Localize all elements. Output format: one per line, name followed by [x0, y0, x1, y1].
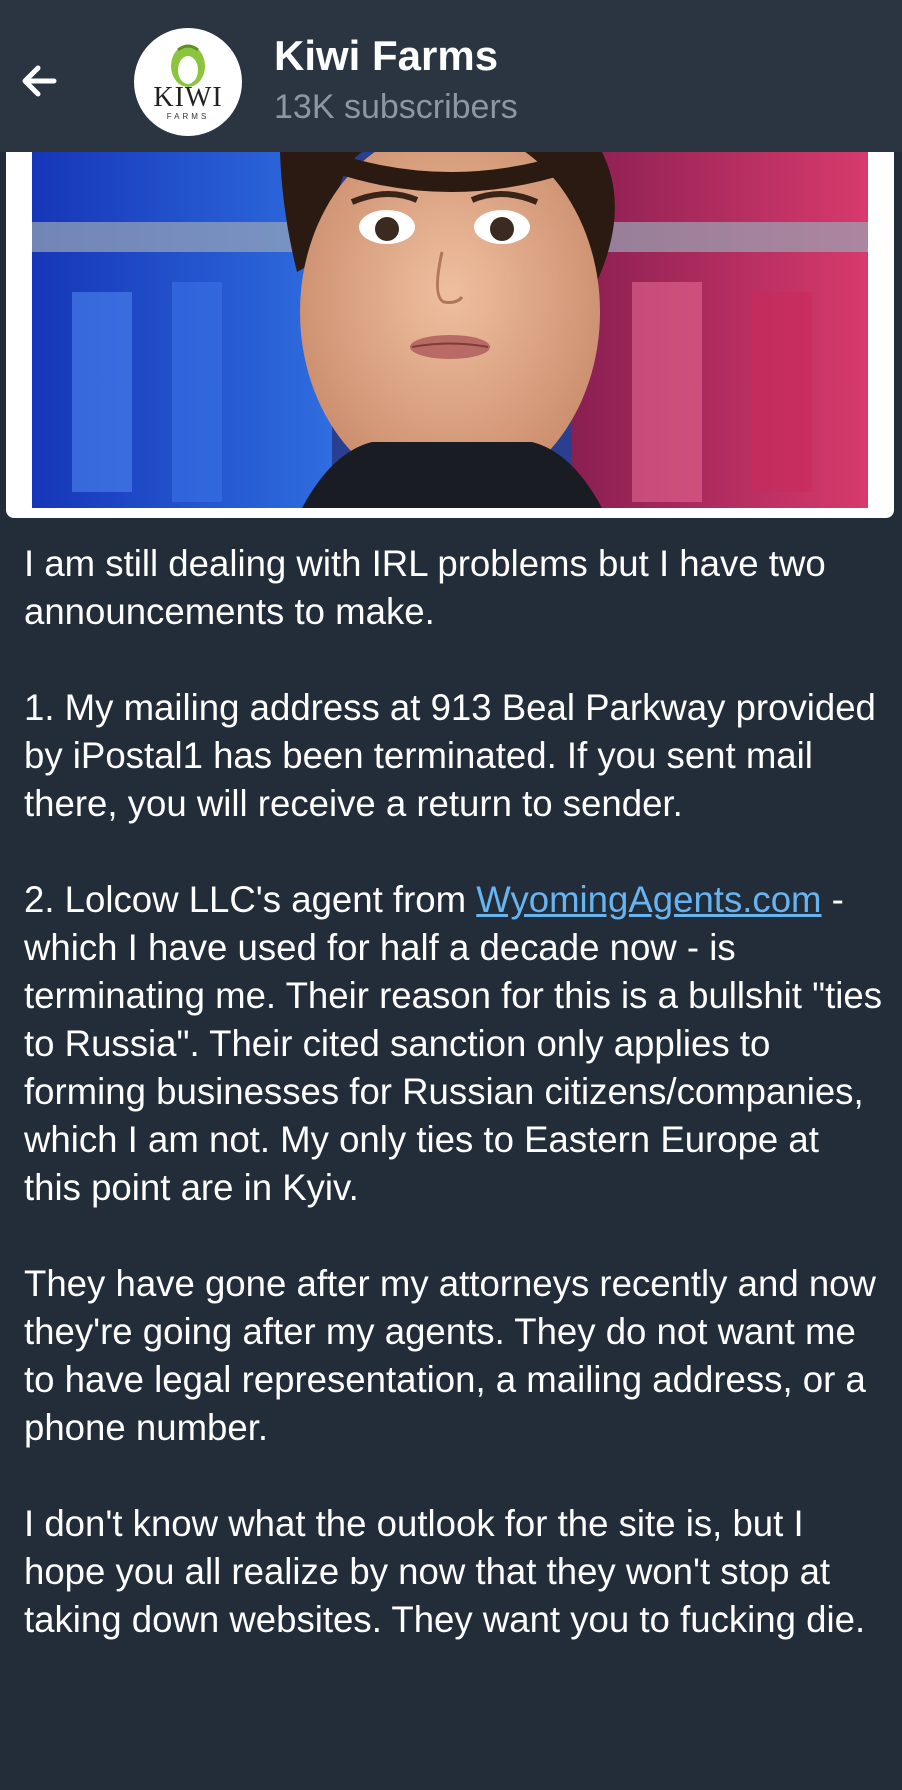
- message-text: 2. Lolcow LLC's agent from: [24, 879, 477, 920]
- channel-name[interactable]: Kiwi Farms: [274, 32, 498, 80]
- avatar-text: KIWI: [153, 82, 223, 113]
- wyoming-agents-link[interactable]: WyomingAgents.com: [476, 879, 821, 920]
- message-paragraph: 2. Lolcow LLC's agent from WyomingAgents…: [24, 876, 884, 1212]
- subscriber-count: 13K subscribers: [274, 88, 518, 126]
- message-paragraph: I am still dealing with IRL problems but…: [24, 543, 826, 632]
- channel-header: KIWI FARMS Kiwi Farms 13K subscribers: [0, 0, 902, 152]
- post-photo[interactable]: [32, 152, 868, 508]
- message-text: - which I have used for half a decade no…: [24, 879, 883, 1208]
- message-paragraph: They have gone after my attorneys recent…: [24, 1263, 876, 1448]
- post-media-frame: [6, 152, 894, 518]
- message-paragraph: I don't know what the outlook for the si…: [24, 1503, 866, 1640]
- message-paragraph: 1. My mailing address at 913 Beal Parkwa…: [24, 687, 876, 824]
- arrow-left-icon[interactable]: [16, 56, 66, 106]
- channel-avatar[interactable]: KIWI FARMS: [134, 28, 242, 136]
- avatar-subtext: FARMS: [166, 112, 210, 121]
- post-message: I am still dealing with IRL problems but…: [24, 540, 884, 1644]
